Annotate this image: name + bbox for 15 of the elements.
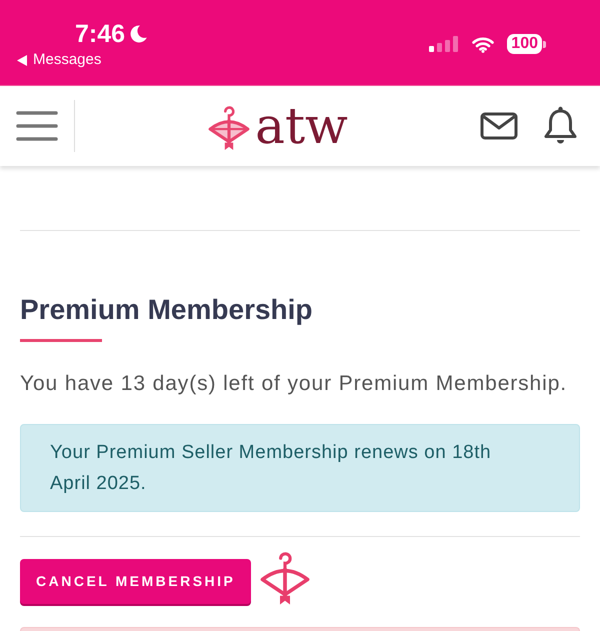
notification-bell-icon[interactable] [543,106,578,146]
section-heading: Premium Membership [20,293,314,327]
wifi-icon [472,36,494,52]
hanger-logo-icon[interactable] [207,104,252,150]
logo-text[interactable]: atw [255,98,348,154]
cancel-membership-button[interactable]: CANCEL MEMBERSHIP [20,559,252,604]
renewal-notice: Your Premium Seller Membership renews on 18th April 2025. [20,424,580,512]
mail-icon[interactable] [480,112,518,140]
status-time: 7:46 [75,19,126,49]
menu-icon[interactable] [16,110,58,142]
battery-indicator: 100 [507,34,546,54]
membership-summary: You have 13 day(s) left of your Premium Membership. [20,371,568,397]
back-link[interactable]: Messages [33,51,102,69]
back-arrow-icon[interactable] [17,54,27,66]
signal-icon [429,36,460,52]
